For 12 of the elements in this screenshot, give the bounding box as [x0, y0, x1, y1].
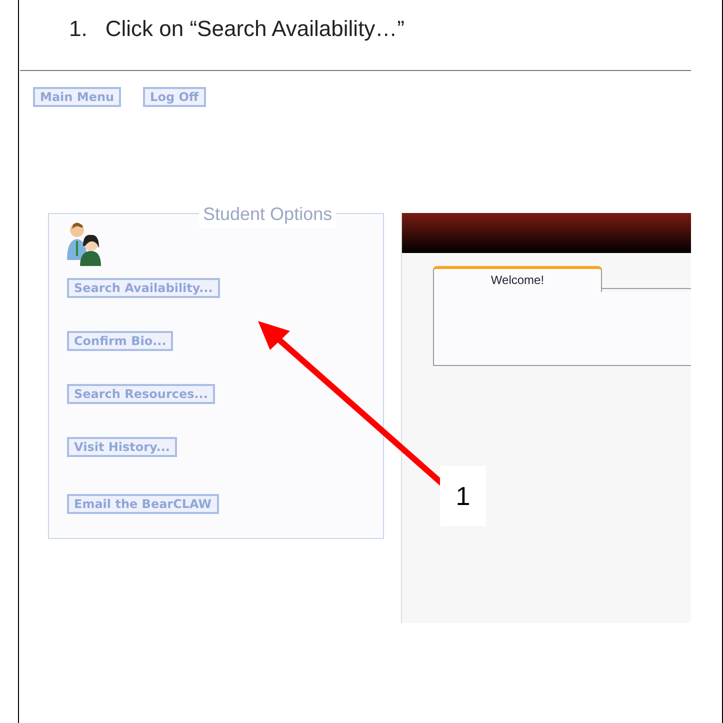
- nav-button[interactable]: Log Off: [143, 87, 206, 107]
- option-button[interactable]: Search Resources...: [67, 384, 215, 404]
- tab[interactable]: Welcome!: [433, 266, 602, 292]
- option-button[interactable]: Confirm Bio...: [67, 331, 174, 351]
- list-number: 1.: [69, 15, 88, 43]
- instruction-text: Click on “Search Availability…”: [105, 15, 405, 43]
- people-icon: [67, 220, 101, 266]
- option-button[interactable]: Visit History...: [67, 437, 177, 457]
- nav-button[interactable]: Main Menu: [33, 87, 122, 107]
- option-button[interactable]: Email the BearCLAW: [67, 494, 219, 514]
- option-button[interactable]: Search Availability...: [67, 278, 220, 298]
- callout-number: 1: [440, 466, 486, 526]
